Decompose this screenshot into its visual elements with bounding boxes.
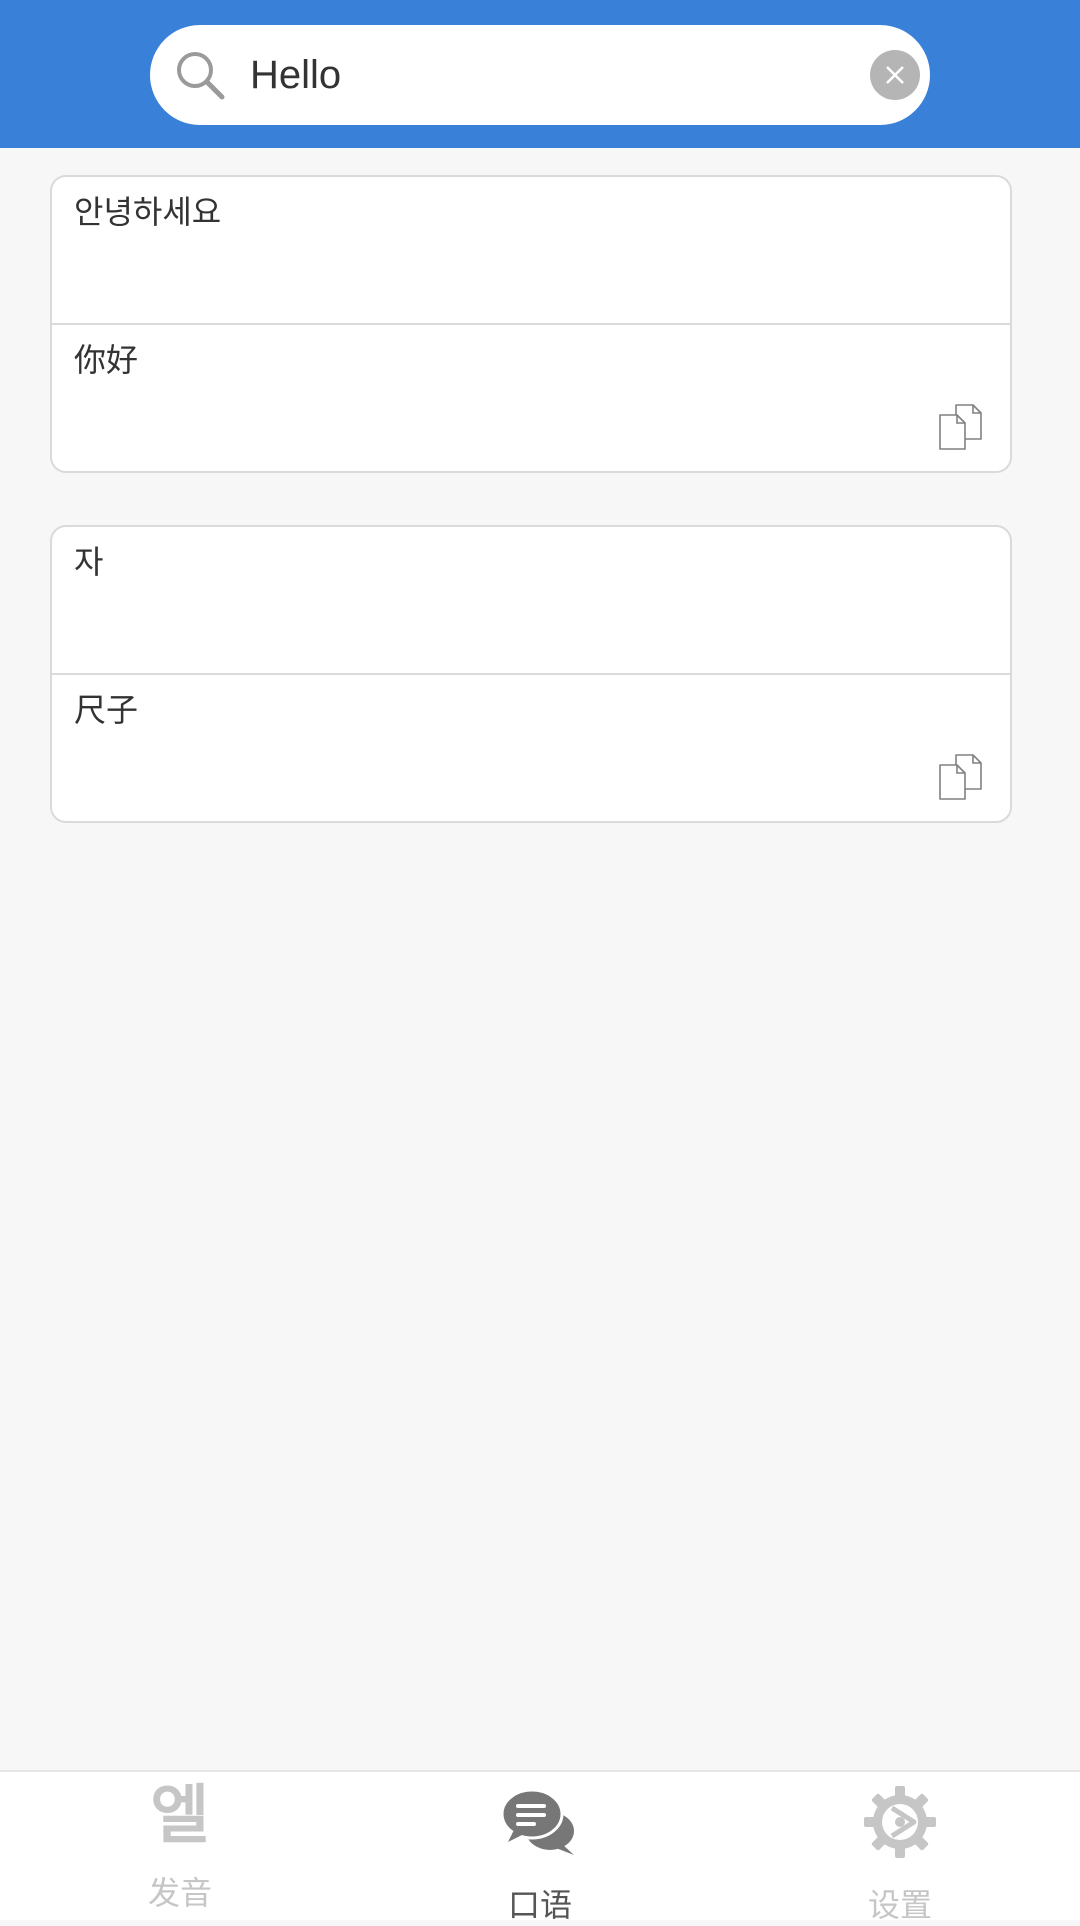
tab-label: 口语 (507, 1886, 572, 1924)
copy-icon[interactable] (936, 401, 988, 453)
result-card: 자 尺子 (50, 525, 1012, 823)
chinese-row[interactable]: 尺子 (52, 675, 1010, 821)
korean-text: 안녕하세요 (74, 193, 222, 231)
search-input[interactable] (250, 25, 810, 125)
tab-label: 设置 (867, 1886, 932, 1924)
chinese-text: 尺子 (74, 691, 139, 729)
tab-label: 发音 (147, 1874, 212, 1912)
korean-row[interactable]: 안녕하세요 (52, 177, 1010, 325)
chinese-row[interactable]: 你好 (52, 325, 1010, 471)
search-icon (177, 52, 225, 100)
korean-row[interactable]: 자 (52, 527, 1010, 675)
korean-text: 자 (74, 543, 104, 581)
result-card: 안녕하세요 你好 (50, 175, 1012, 473)
tab-speaking[interactable]: 口语 (360, 1772, 720, 1924)
copy-icon[interactable] (936, 751, 988, 803)
close-icon (886, 66, 904, 84)
bottom-tab-bar: 엘 发音 口语 设置 (0, 1770, 1080, 1924)
header-bar (0, 0, 1080, 148)
chinese-text: 你好 (74, 341, 139, 379)
clear-search-button[interactable] (870, 50, 920, 100)
search-bar[interactable] (150, 25, 930, 125)
gear-icon (864, 1786, 936, 1858)
chat-bubbles-icon (500, 1788, 574, 1855)
tab-settings[interactable]: 设置 (720, 1772, 1080, 1924)
tab-pronunciation[interactable]: 엘 发音 (0, 1772, 360, 1922)
korean-letter-icon: 엘 (150, 1779, 210, 1853)
